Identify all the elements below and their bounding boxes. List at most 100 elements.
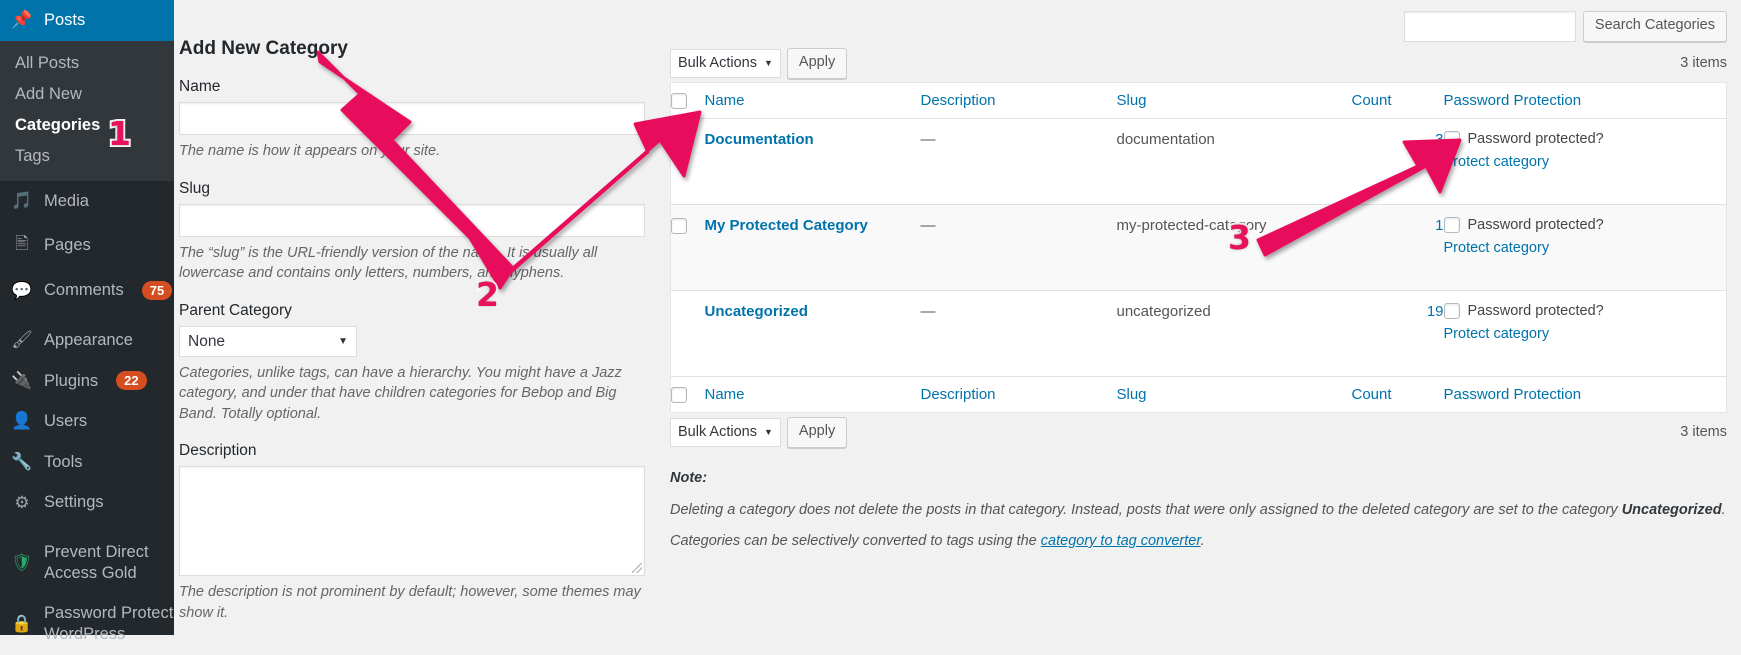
column-header-count[interactable]: Count <box>1351 82 1444 119</box>
bulk-actions-value: Bulk Actions <box>678 424 757 441</box>
bulk-actions-select-top[interactable]: Bulk Actions ▼ <box>670 48 781 78</box>
sidebar-item-label: Tools <box>44 452 83 471</box>
page-icon: 🖹 <box>15 234 29 254</box>
category-to-tag-converter-link[interactable]: category to tag converter <box>1041 533 1201 549</box>
sidebar-item-prevent-direct-access-gold[interactable]: 🛡 Prevent Direct Access Gold <box>0 532 174 593</box>
search-categories-button[interactable]: Search Categories <box>1582 11 1727 42</box>
item-count-top: 3 items <box>1680 55 1727 71</box>
name-label: Name <box>179 78 221 95</box>
bulk-actions-select-bottom[interactable]: Bulk Actions ▼ <box>670 417 781 447</box>
form-heading: Add New Category <box>179 38 348 59</box>
protect-category-link[interactable]: Protect category <box>1444 240 1727 256</box>
user-icon: 👤 <box>11 411 33 431</box>
description-label: Description <box>179 442 257 460</box>
slug-label: Slug <box>179 179 211 197</box>
row-count-cell: 3 <box>1351 118 1444 205</box>
table-body: Documentation — documentation 3 Password… <box>670 118 1727 377</box>
parent-category-label: Parent Category <box>179 301 292 319</box>
protect-category-link[interactable]: Protect category <box>1444 326 1727 342</box>
categories-list-panel: Search Categories Bulk Actions ▼ Apply 3… <box>664 0 1741 635</box>
sidebar-item-posts[interactable]: 📌 Posts <box>0 0 182 41</box>
chevron-down-icon: ▼ <box>338 335 348 347</box>
sidebar-item-plugins[interactable]: 🔌 Plugins 22 <box>0 361 174 402</box>
search-input[interactable] <box>1403 11 1576 42</box>
slug-input[interactable] <box>179 203 645 237</box>
table-head: Name Description Slug Count Password Pro… <box>670 82 1727 119</box>
select-all-checkbox[interactable] <box>671 93 687 110</box>
password-protected-checkbox[interactable] <box>1443 217 1460 234</box>
comment-icon: 💬 <box>11 280 33 300</box>
password-protected-toggle[interactable]: Password protected? <box>1443 217 1727 234</box>
row-select-cell <box>670 204 705 291</box>
admin-sidebar: 📌 Posts All Posts Add New Categories Tag… <box>0 0 182 643</box>
row-slug-cell: my-protected-category <box>1116 204 1352 291</box>
select-all-header <box>670 82 705 119</box>
tablenav-top: Bulk Actions ▼ Apply 3 items <box>670 44 1727 82</box>
column-footer-count[interactable]: Count <box>1351 376 1444 413</box>
sidebar-item-media[interactable]: 🎵 Media <box>0 181 174 222</box>
sidebar-divider <box>0 311 174 320</box>
parent-category-select[interactable]: None ▼ <box>179 325 357 357</box>
column-header-description[interactable]: Description <box>920 82 1117 119</box>
pin-icon: 📌 <box>11 10 33 30</box>
sidebar-item-settings[interactable]: ⚙ Settings <box>0 482 174 523</box>
protect-category-link[interactable]: Protect category <box>1444 154 1727 170</box>
category-count-link[interactable]: 1 <box>1435 217 1443 234</box>
chevron-down-icon: ▼ <box>764 58 773 68</box>
sidebar-item-tags[interactable]: Tags <box>0 141 174 172</box>
row-slug-cell: uncategorized <box>1116 290 1352 377</box>
row-name-cell: Uncategorized <box>704 290 921 377</box>
brush-icon: 🖌 <box>11 330 33 350</box>
column-footer-slug[interactable]: Slug <box>1116 376 1352 413</box>
search-box: Search Categories <box>1403 11 1727 42</box>
row-checkbox[interactable] <box>671 132 687 149</box>
note-line-1: Deleting a category does not delete the … <box>670 501 1726 518</box>
password-protected-checkbox[interactable] <box>1443 131 1460 148</box>
sidebar-item-users[interactable]: 👤 Users <box>0 401 174 442</box>
column-footer-description[interactable]: Description <box>920 376 1117 413</box>
table-row: Uncategorized — uncategorized 19 Passwor… <box>670 290 1727 377</box>
chevron-down-icon: ▼ <box>764 427 773 438</box>
note-line-2: Categories can be selectively converted … <box>670 533 1205 549</box>
sidebar-item-add-new[interactable]: Add New <box>0 79 174 110</box>
row-description-cell: — <box>920 204 1117 291</box>
sidebar-item-all-posts[interactable]: All Posts <box>0 48 174 79</box>
sidebar-item-comments[interactable]: 💬 Comments 75 <box>0 270 174 311</box>
column-header-name[interactable]: Name <box>704 82 921 119</box>
apply-button-bottom[interactable]: Apply <box>786 416 848 448</box>
name-input[interactable] <box>179 102 645 135</box>
sidebar-item-label: Comments <box>44 281 124 300</box>
sidebar-item-pages[interactable]: 🖹 Pages <box>0 221 174 270</box>
posts-submenu: All Posts Add New Categories Tags <box>0 40 174 181</box>
category-name-link[interactable]: Uncategorized <box>705 303 808 320</box>
note-heading: Note: <box>670 470 708 487</box>
table-row: My Protected Category — my-protected-cat… <box>670 204 1727 291</box>
category-count-link[interactable]: 19 <box>1427 303 1444 320</box>
column-header-slug[interactable]: Slug <box>1116 82 1352 119</box>
sidebar-item-categories[interactable]: Categories <box>0 110 174 141</box>
sidebar-item-tools[interactable]: 🔧 Tools <box>0 442 174 483</box>
category-name-link[interactable]: Documentation <box>705 131 814 148</box>
description-textarea[interactable] <box>179 466 645 577</box>
sidebar-item-password-protect-wordpress[interactable]: 🔒 Password Protect WordPress <box>0 593 174 654</box>
password-protected-label: Password protected? <box>1467 131 1604 148</box>
sidebar-item-label: Appearance <box>44 330 133 349</box>
row-checkbox[interactable] <box>671 218 687 235</box>
row-name-cell: Documentation <box>704 118 921 205</box>
category-name-link[interactable]: My Protected Category <box>705 217 868 234</box>
sidebar-item-label: Users <box>44 412 88 431</box>
admin-body: Add New Category Name The name is how it… <box>174 0 1741 635</box>
password-protected-toggle[interactable]: Password protected? <box>1443 303 1727 320</box>
sidebar-item-appearance[interactable]: 🖌 Appearance <box>0 320 174 361</box>
media-icon: 🎵 <box>11 190 33 210</box>
row-password-protection-cell: Password protected? Protect category <box>1443 118 1727 205</box>
description-help-text: The description is not prominent by defa… <box>179 584 641 622</box>
column-footer-name[interactable]: Name <box>704 376 921 413</box>
row-count-cell: 1 <box>1351 204 1444 291</box>
password-protected-label: Password protected? <box>1467 217 1604 234</box>
apply-button-top[interactable]: Apply <box>786 47 848 79</box>
password-protected-toggle[interactable]: Password protected? <box>1443 131 1727 148</box>
category-count-link[interactable]: 3 <box>1435 131 1443 148</box>
select-all-checkbox-footer[interactable] <box>671 387 687 404</box>
password-protected-checkbox[interactable] <box>1443 303 1460 320</box>
